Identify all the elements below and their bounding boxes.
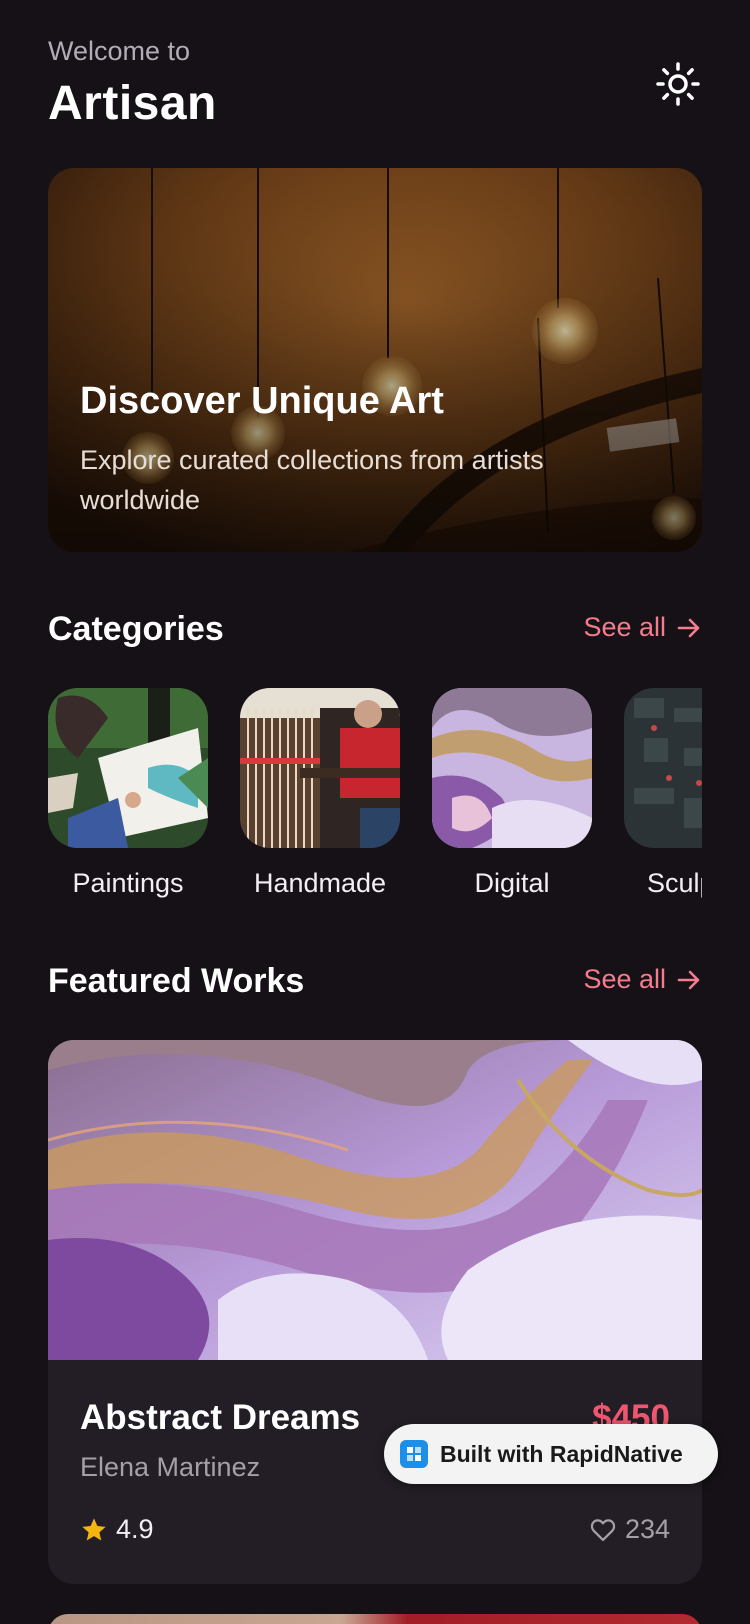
- header: Welcome to Artisan: [48, 32, 702, 142]
- category-label: Digital: [474, 868, 550, 898]
- featured-header: Featured Works See all: [48, 962, 702, 1006]
- category-item-sculpture[interactable]: Sculpture: [624, 688, 702, 899]
- rating: 4.9: [80, 1514, 154, 1545]
- app-title: Artisan: [48, 77, 217, 130]
- category-item-digital[interactable]: Digital: [432, 688, 592, 899]
- categories-title: Categories: [48, 610, 224, 648]
- category-item-handmade[interactable]: Handmade: [240, 688, 400, 899]
- star-icon: [82, 1517, 106, 1540]
- featured-see-all-link[interactable]: See all: [583, 964, 702, 995]
- rapidnative-logo-icon: [400, 1440, 428, 1468]
- featured-title: Featured Works: [48, 962, 305, 1000]
- categories-list[interactable]: Paintings Handmade Digital Scul: [48, 688, 702, 908]
- theme-toggle-button[interactable]: [654, 60, 702, 108]
- arrow-right-icon: [677, 970, 700, 989]
- hero-banner[interactable]: Discover Unique Art Explore curated coll…: [48, 168, 702, 552]
- like-button[interactable]: 234: [589, 1514, 670, 1545]
- welcome-text: Welcome to: [48, 36, 191, 66]
- rating-value: 4.9: [116, 1514, 154, 1544]
- category-image-handmade: [240, 688, 400, 848]
- categories-header: Categories See all: [48, 610, 702, 654]
- heart-icon: [590, 1518, 616, 1541]
- category-label: Handmade: [253, 868, 387, 898]
- category-image-paintings: [48, 688, 208, 848]
- category-label: Paintings: [72, 868, 184, 898]
- sun-icon: [656, 62, 700, 106]
- artwork-title: Abstract Dreams: [80, 1398, 361, 1437]
- hero-title: Discover Unique Art: [80, 380, 444, 422]
- arrow-right-icon: [677, 618, 700, 637]
- category-item-paintings[interactable]: Paintings: [48, 688, 208, 899]
- featured-card-next[interactable]: [48, 1614, 702, 1624]
- category-image-sculpture: [624, 688, 702, 848]
- categories-see-all-link[interactable]: See all: [583, 612, 702, 643]
- see-all-label: See all: [583, 612, 666, 642]
- artist-name: Elena Martinez: [80, 1452, 261, 1482]
- see-all-label: See all: [583, 964, 666, 994]
- built-with-badge[interactable]: Built with RapidNative: [384, 1424, 718, 1484]
- artwork-image: [48, 1040, 702, 1360]
- featured-card[interactable]: Abstract Dreams $450 Elena Martinez 4.9 …: [48, 1040, 702, 1584]
- hero-subtitle: Explore curated collections from artists…: [80, 445, 544, 515]
- category-label: Sculpture: [646, 868, 702, 898]
- likes-count: 234: [624, 1514, 670, 1544]
- category-image-digital: [432, 688, 592, 848]
- badge-label: Built with RapidNative: [440, 1440, 683, 1467]
